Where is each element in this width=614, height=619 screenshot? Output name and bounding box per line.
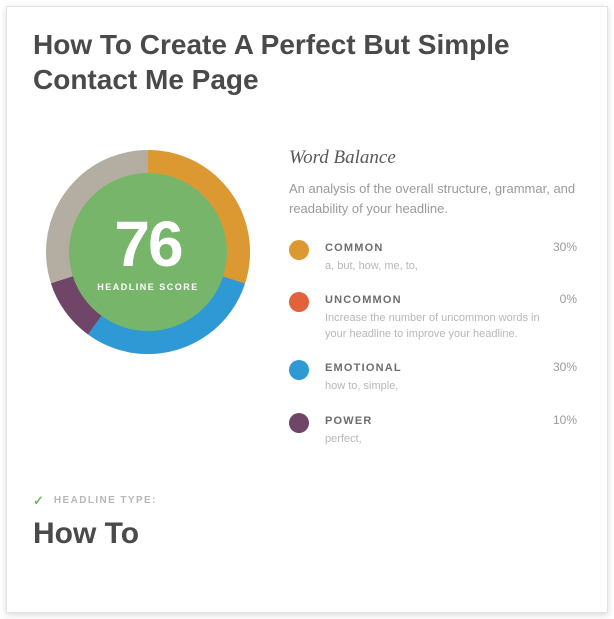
category-emotional: EMOTIONAL 30% how to, simple,	[289, 360, 577, 394]
dot-uncommon	[289, 292, 309, 312]
category-power: POWER 10% perfect,	[289, 413, 577, 447]
dot-power	[289, 413, 309, 433]
headline-type-block: ✓ HEADLINE TYPE: How To	[33, 493, 581, 551]
category-detail: a, but, how, me, to,	[325, 259, 545, 274]
category-detail: how to, simple,	[325, 379, 545, 394]
category-pct: 10%	[553, 413, 577, 427]
category-pct: 30%	[553, 360, 577, 374]
headline-text: How To Create A Perfect But Simple Conta…	[33, 27, 581, 97]
word-balance-description: An analysis of the overall structure, gr…	[289, 179, 577, 218]
category-name: COMMON	[325, 242, 553, 254]
category-pct: 30%	[553, 240, 577, 254]
dot-common	[289, 240, 309, 260]
donut-center: 76 HEADLINE SCORE	[69, 173, 227, 331]
category-name: UNCOMMON	[325, 294, 560, 306]
category-name: POWER	[325, 415, 553, 427]
category-name: EMOTIONAL	[325, 362, 553, 374]
score-label: HEADLINE SCORE	[97, 282, 199, 292]
headline-type-value: How To	[33, 517, 581, 551]
dot-emotional	[289, 360, 309, 380]
analysis-card: How To Create A Perfect But Simple Conta…	[6, 6, 608, 613]
word-balance-panel: Word Balance An analysis of the overall …	[289, 147, 581, 465]
category-common: COMMON 30% a, but, how, me, to,	[289, 240, 577, 274]
headline-type-label: HEADLINE TYPE:	[54, 495, 157, 506]
analysis-row: 76 HEADLINE SCORE Word Balance An analys…	[33, 147, 581, 465]
category-detail: perfect,	[325, 432, 545, 447]
category-detail: Increase the number of uncommon words in…	[325, 311, 545, 342]
score-donut: 76 HEADLINE SCORE	[43, 147, 253, 357]
check-icon: ✓	[33, 493, 44, 509]
score-donut-wrap: 76 HEADLINE SCORE	[33, 147, 263, 357]
word-balance-title: Word Balance	[289, 147, 577, 169]
category-pct: 0%	[560, 292, 577, 306]
score-value: 76	[114, 212, 181, 276]
category-uncommon: UNCOMMON 0% Increase the number of uncom…	[289, 292, 577, 342]
